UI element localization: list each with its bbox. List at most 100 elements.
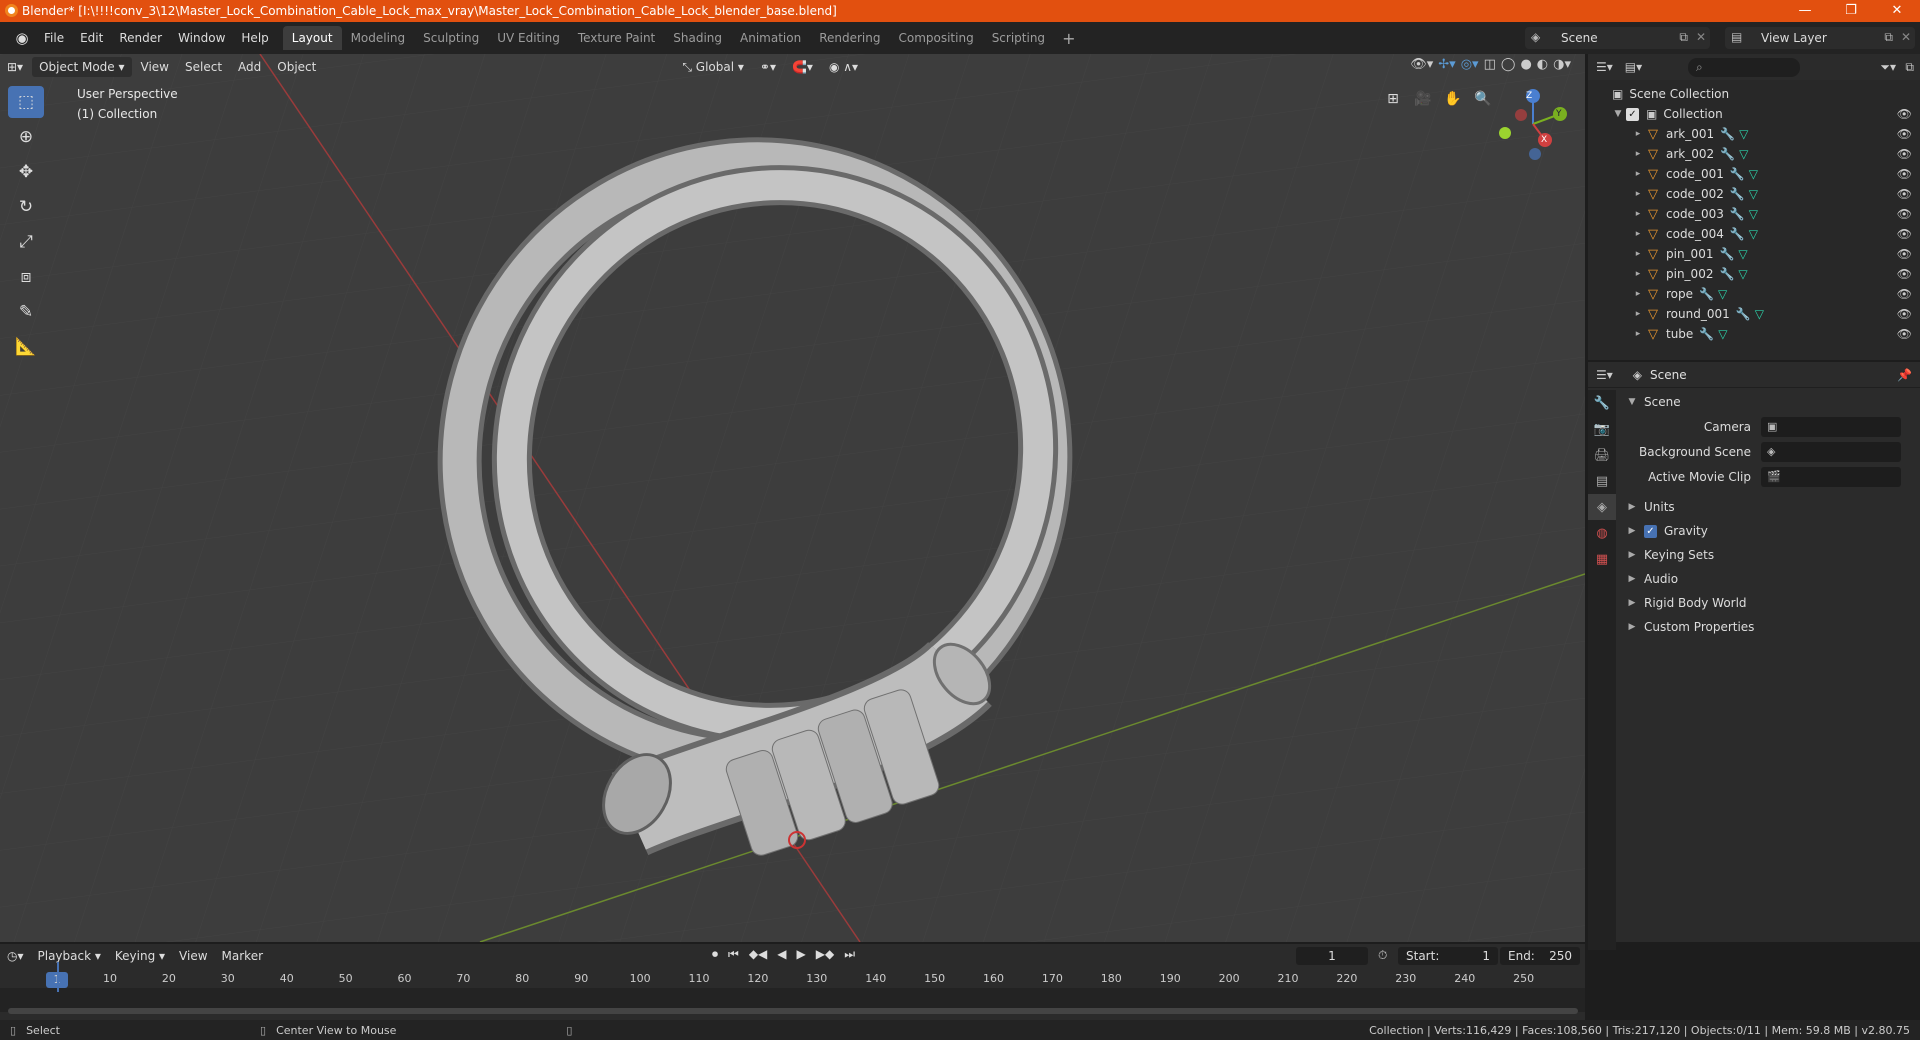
modifier-wrench-icon[interactable]: 🔧: [1730, 207, 1745, 221]
gravity-checkbox[interactable]: ✓: [1644, 524, 1657, 538]
solid-shading-icon[interactable]: ●: [1520, 57, 1531, 72]
expand-triangle-icon[interactable]: ▸: [1632, 129, 1644, 139]
expand-triangle-icon[interactable]: ▸: [1632, 149, 1644, 159]
tab-texture-paint[interactable]: Texture Paint: [569, 26, 664, 50]
outliner-object-row[interactable]: ▸ ▽ ark_001 🔧 ▽ 👁: [1588, 124, 1920, 144]
menu-render[interactable]: Render: [111, 31, 170, 45]
keying-sets-panel-header[interactable]: ▶ Keying Sets: [1616, 543, 1920, 567]
properties-editor-type-icon[interactable]: ☰▾: [1596, 368, 1613, 382]
texture-tab-icon[interactable]: ▦: [1588, 546, 1616, 572]
scale-tool-icon[interactable]: ⤢: [8, 226, 44, 258]
outliner-object-row[interactable]: ▸ ▽ code_001 🔧 ▽ 👁: [1588, 164, 1920, 184]
tool-tab-icon[interactable]: 🔧: [1588, 390, 1616, 416]
copy-view-layer-icon[interactable]: ⧉: [1884, 30, 1893, 45]
visibility-icon[interactable]: 👁▾: [1410, 57, 1433, 72]
start-frame-field[interactable]: Start: 1: [1398, 947, 1498, 965]
snap-icon[interactable]: 🧲▾: [785, 57, 820, 77]
outliner-object-row[interactable]: ▸ ▽ pin_002 🔧 ▽ 👁: [1588, 264, 1920, 284]
mesh-data-icon[interactable]: ▽: [1739, 147, 1748, 161]
modifier-wrench-icon[interactable]: 🔧: [1720, 147, 1735, 161]
jump-end-icon[interactable]: ⏭: [844, 947, 855, 962]
pin-icon[interactable]: 📌: [1897, 368, 1912, 382]
menu-window[interactable]: Window: [170, 31, 233, 45]
gravity-panel-header[interactable]: ▶ ✓ Gravity: [1616, 519, 1920, 543]
outliner-object-row[interactable]: ▸ ▽ round_001 🔧 ▽ 👁: [1588, 304, 1920, 324]
tab-compositing[interactable]: Compositing: [889, 26, 982, 50]
display-mode-icon[interactable]: ▤▾: [1625, 60, 1642, 74]
menu-help[interactable]: Help: [233, 31, 276, 45]
tab-modeling[interactable]: Modeling: [342, 26, 415, 50]
play-reverse-icon[interactable]: ◀: [777, 947, 786, 962]
tab-sculpting[interactable]: Sculpting: [414, 26, 488, 50]
transform-orientation-dropdown[interactable]: ⤡ Global ▾: [675, 57, 751, 77]
timeline-menu-keying[interactable]: Keying ▾: [108, 949, 172, 963]
tab-scripting[interactable]: Scripting: [983, 26, 1054, 50]
menu-file[interactable]: File: [36, 31, 72, 45]
expand-triangle-icon[interactable]: ▸: [1632, 269, 1644, 279]
world-tab-icon[interactable]: ◍: [1588, 520, 1616, 546]
eye-icon[interactable]: 👁: [1897, 127, 1912, 141]
expand-triangle-icon[interactable]: ▸: [1632, 229, 1644, 239]
eye-icon[interactable]: 👁: [1897, 207, 1912, 221]
copy-scene-icon[interactable]: ⧉: [1679, 30, 1688, 45]
output-tab-icon[interactable]: 🖨: [1588, 442, 1616, 468]
editor-type-icon[interactable]: ⊞▾: [0, 57, 30, 77]
eye-icon[interactable]: 👁: [1897, 227, 1912, 241]
add-workspace-icon[interactable]: +: [1054, 29, 1083, 48]
mesh-data-icon[interactable]: ▽: [1718, 287, 1727, 301]
new-collection-icon[interactable]: ⧉: [1905, 60, 1914, 75]
timeline-menu-view[interactable]: View: [172, 949, 214, 963]
object-mode-dropdown[interactable]: Object Mode ▾: [32, 57, 132, 77]
expand-triangle-icon[interactable]: ▸: [1632, 329, 1644, 339]
toggle-grid-view-icon[interactable]: ⊞: [1380, 86, 1406, 112]
move-tool-icon[interactable]: ✥: [8, 156, 44, 188]
3d-viewport[interactable]: Z Y X ⊞▾ Object Mode ▾ View Select Add O…: [0, 54, 1585, 942]
proportional-edit-icon[interactable]: ◉ ∧▾: [822, 57, 865, 77]
outliner-scene-collection[interactable]: ▣ Scene Collection: [1588, 84, 1920, 104]
eye-icon[interactable]: 👁: [1897, 107, 1912, 121]
modifier-wrench-icon[interactable]: 🔧: [1730, 167, 1745, 181]
outliner-editor-type-icon[interactable]: ☰▾: [1596, 60, 1613, 74]
timeline-menu-playback[interactable]: Playback ▾: [31, 949, 108, 963]
render-tab-icon[interactable]: 📷: [1588, 416, 1616, 442]
eye-icon[interactable]: 👁: [1897, 267, 1912, 281]
prev-keyframe-icon[interactable]: ◆◀: [749, 947, 767, 962]
background-scene-field[interactable]: ◈: [1761, 441, 1901, 462]
modifier-wrench-icon[interactable]: 🔧: [1699, 327, 1714, 341]
outliner-object-row[interactable]: ▸ ▽ pin_001 🔧 ▽ 👁: [1588, 244, 1920, 264]
outliner-object-row[interactable]: ▸ ▽ code_003 🔧 ▽ 👁: [1588, 204, 1920, 224]
filter-icon[interactable]: ⏷▾: [1880, 60, 1896, 75]
eye-icon[interactable]: 👁: [1897, 167, 1912, 181]
outliner-object-row[interactable]: ▸ ▽ tube 🔧 ▽ 👁: [1588, 324, 1920, 344]
cursor-tool-icon[interactable]: ⊕: [8, 121, 44, 153]
select-box-tool-icon[interactable]: ⬚: [8, 86, 44, 118]
rendered-shading-icon[interactable]: ◑▾: [1553, 57, 1571, 72]
tab-rendering[interactable]: Rendering: [810, 26, 889, 50]
modifier-wrench-icon[interactable]: 🔧: [1736, 307, 1751, 321]
expand-triangle-icon[interactable]: ▸: [1632, 309, 1644, 319]
mesh-data-icon[interactable]: ▽: [1749, 167, 1758, 181]
wireframe-shading-icon[interactable]: ◯: [1501, 57, 1516, 72]
mesh-data-icon[interactable]: ▽: [1749, 207, 1758, 221]
mesh-data-icon[interactable]: ▽: [1738, 267, 1747, 281]
mesh-data-icon[interactable]: ▽: [1749, 187, 1758, 201]
scene-selector[interactable]: ◈ Scene ⧉ ✕: [1525, 27, 1710, 49]
tab-uv-editing[interactable]: UV Editing: [488, 26, 569, 50]
remove-scene-icon[interactable]: ✕: [1696, 30, 1706, 44]
expand-triangle-icon[interactable]: ▸: [1632, 169, 1644, 179]
expand-triangle-icon[interactable]: ▸: [1632, 289, 1644, 299]
rotate-tool-icon[interactable]: ↻: [8, 191, 44, 223]
camera-view-icon[interactable]: 🎥: [1410, 86, 1436, 112]
jump-start-icon[interactable]: ⏮: [728, 947, 739, 962]
record-icon[interactable]: ⏺: [712, 947, 718, 962]
pivot-point-icon[interactable]: ⚭▾: [753, 57, 783, 77]
outliner-object-row[interactable]: ▸ ▽ code_002 🔧 ▽ 👁: [1588, 184, 1920, 204]
scene-panel-header[interactable]: ▼ Scene: [1616, 390, 1920, 414]
remove-view-layer-icon[interactable]: ✕: [1901, 30, 1911, 44]
outliner-collection[interactable]: ▼ ✓ ▣ Collection 👁: [1588, 104, 1920, 124]
timeline-menu-marker[interactable]: Marker: [215, 949, 270, 963]
overlay-toggle-icon[interactable]: ◎▾: [1461, 57, 1479, 72]
minimize-button[interactable]: —: [1782, 0, 1828, 22]
outliner-object-row[interactable]: ▸ ▽ ark_002 🔧 ▽ 👁: [1588, 144, 1920, 164]
timeline-scrollbar[interactable]: [8, 1008, 1578, 1014]
